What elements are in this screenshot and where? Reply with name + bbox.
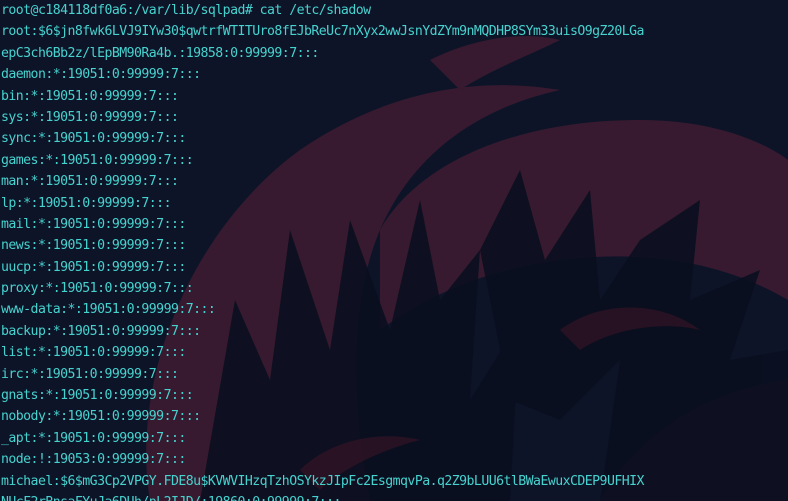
output-line: node:!:19053:0:99999:7::: <box>1 452 186 468</box>
output-line: games:*:19051:0:99999:7::: <box>1 152 194 168</box>
output-line: irc:*:19051:0:99999:7::: <box>1 366 179 382</box>
terminal-window[interactable]: root@c184118df0a6:/var/lib/sqlpad# cat /… <box>0 0 788 501</box>
output-line: daemon:*:19051:0:99999:7::: <box>1 67 201 83</box>
output-line: root:$6$jn8fwk6LVJ9IYw30$qwtrfWTITUro8fE… <box>1 24 644 40</box>
output-line: nobody:*:19051:0:99999:7::: <box>1 409 201 425</box>
terminal-output: root@c184118df0a6:/var/lib/sqlpad# cat /… <box>1 0 787 501</box>
output-line: bin:*:19051:0:99999:7::: <box>1 88 179 104</box>
output-line: proxy:*:19051:0:99999:7::: <box>1 281 194 297</box>
command-text: cat /etc/shadow <box>259 3 371 18</box>
output-line: lp:*:19051:0:99999:7::: <box>1 195 172 211</box>
output-line: man:*:19051:0:99999:7::: <box>1 174 179 190</box>
output-line: epC3ch6Bb2z/lEpBM90Ra4b.:19858:0:99999:7… <box>1 45 319 61</box>
output-line: www-data:*:19051:0:99999:7::: <box>1 302 216 318</box>
output-line: michael:$6$mG3Cp2VPGY.FDE8u$KVWVIHzqTzhO… <box>1 473 644 489</box>
output-line: backup:*:19051:0:99999:7::: <box>1 323 201 339</box>
shell-prompt: root@c184118df0a6:/var/lib/sqlpad# <box>1 3 253 18</box>
output-line: gnats:*:19051:0:99999:7::: <box>1 388 194 404</box>
output-line: news:*:19051:0:99999:7::: <box>1 238 186 254</box>
output-line: sys:*:19051:0:99999:7::: <box>1 109 179 125</box>
output-line: mail:*:19051:0:99999:7::: <box>1 216 186 232</box>
output-line: uucp:*:19051:0:99999:7::: <box>1 259 186 275</box>
output-line: list:*:19051:0:99999:7::: <box>1 345 186 361</box>
output-line: sync:*:19051:0:99999:7::: <box>1 131 186 147</box>
command-line: root@c184118df0a6:/var/lib/sqlpad# cat /… <box>1 0 787 21</box>
output-line: _apt:*:19051:0:99999:7::: <box>1 430 186 446</box>
output-line: NUcF2rBnsaFYuJa6DUh/pL2IJD/:19860:0:9999… <box>1 492 787 501</box>
